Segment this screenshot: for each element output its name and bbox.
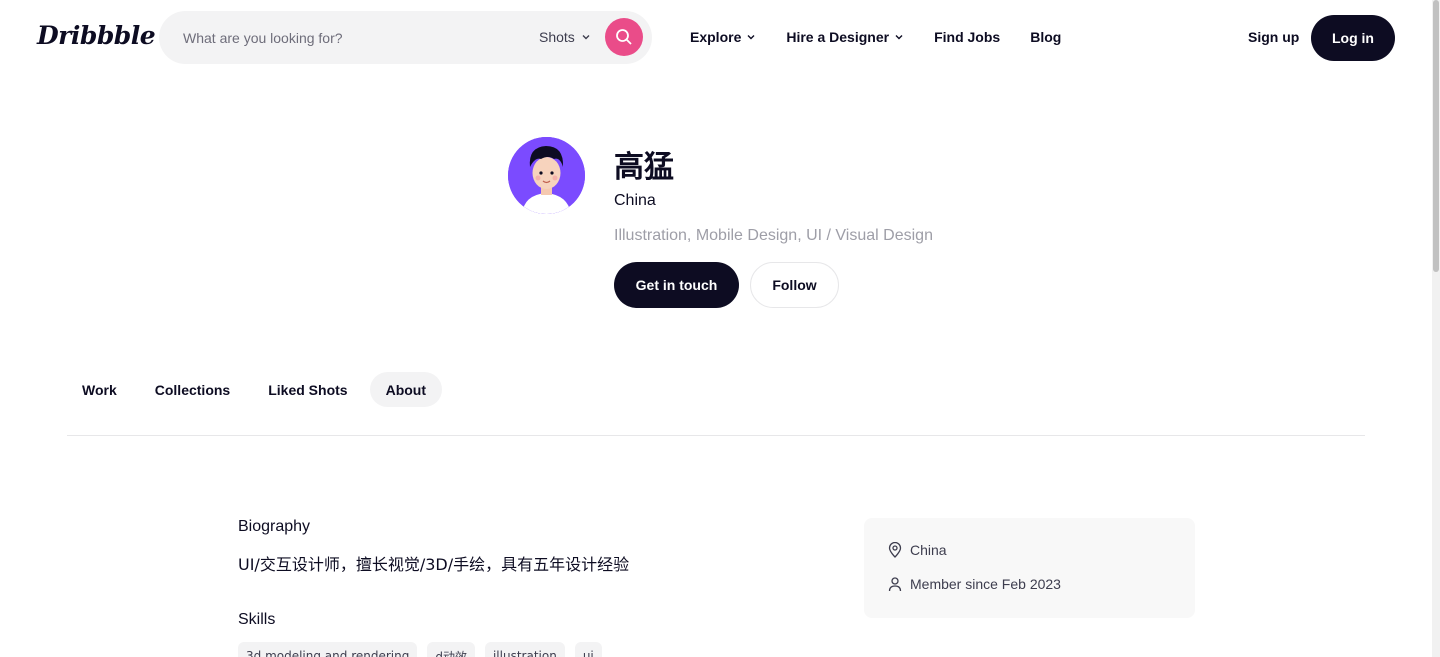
skill-tag[interactable]: illustration: [484, 642, 565, 657]
nav-blog-label: Blog: [1030, 29, 1062, 45]
info-location-row: China: [888, 542, 947, 558]
info-member-since: Member since Feb 2023: [910, 576, 1061, 592]
user-icon: [888, 577, 902, 592]
page-scrollbar[interactable]: [1432, 0, 1440, 657]
chevron-down-icon: [895, 35, 903, 40]
login-button[interactable]: Log in: [1311, 15, 1395, 61]
nav-explore-label: Explore: [690, 29, 742, 45]
profile-specialties: Illustration, Mobile Design, UI / Visual…: [614, 227, 933, 244]
profile-tabs: Work Collections Liked Shots About: [66, 372, 443, 407]
search-type-label: Shots: [539, 29, 575, 45]
main-nav: Explore Hire a Designer Find Jobs Blog: [690, 29, 1061, 45]
search-type-dropdown[interactable]: Shots: [539, 29, 591, 45]
profile-name: 高猛: [614, 150, 674, 185]
search-button[interactable]: [605, 18, 643, 56]
avatar-illustration: [508, 137, 585, 214]
search-icon: [616, 29, 632, 45]
dribbble-logo[interactable]: Dribbble: [37, 21, 156, 50]
biography-text: UI/交互设计师，擅长视觉/3D/手绘，具有五年设计经验: [238, 555, 630, 574]
chevron-down-icon: [747, 35, 755, 40]
nav-explore[interactable]: Explore: [690, 29, 756, 45]
avatar: [508, 137, 585, 214]
tab-about[interactable]: About: [369, 372, 443, 407]
profile-location: China: [614, 192, 656, 209]
info-member-row: Member since Feb 2023: [888, 576, 1061, 592]
skill-tag[interactable]: 3d modeling and rendering: [238, 642, 418, 657]
tab-work[interactable]: Work: [66, 372, 133, 407]
get-in-touch-button[interactable]: Get in touch: [614, 262, 739, 308]
profile-info-card: China Member since Feb 2023: [864, 518, 1195, 618]
location-pin-icon: [888, 542, 902, 558]
info-location: China: [910, 542, 947, 558]
signup-link[interactable]: Sign up: [1248, 29, 1299, 45]
nav-find-jobs[interactable]: Find Jobs: [934, 29, 1000, 45]
tab-liked-shots[interactable]: Liked Shots: [252, 372, 363, 407]
nav-hire-designer[interactable]: Hire a Designer: [786, 29, 904, 45]
nav-blog[interactable]: Blog: [1030, 29, 1061, 45]
skills-heading: Skills: [238, 611, 276, 628]
nav-find-jobs-label: Find Jobs: [934, 29, 1001, 45]
follow-button[interactable]: Follow: [750, 262, 839, 308]
skill-tag[interactable]: d动效: [427, 642, 475, 657]
nav-hire-designer-label: Hire a Designer: [786, 29, 890, 45]
skill-tag[interactable]: ui: [574, 642, 602, 657]
skill-tags: 3d modeling and rendering d动效 illustrati…: [238, 642, 602, 657]
tab-collections[interactable]: Collections: [139, 372, 246, 407]
site-header: Dribbble Shots Explore Hire a Designer F…: [0, 0, 1432, 76]
search-input[interactable]: [183, 11, 513, 64]
chevron-down-icon: [582, 35, 590, 40]
search-bar: Shots: [159, 11, 652, 64]
scrollbar-thumb[interactable]: [1433, 0, 1439, 272]
biography-heading: Biography: [238, 518, 311, 535]
tabs-divider: [67, 435, 1365, 436]
